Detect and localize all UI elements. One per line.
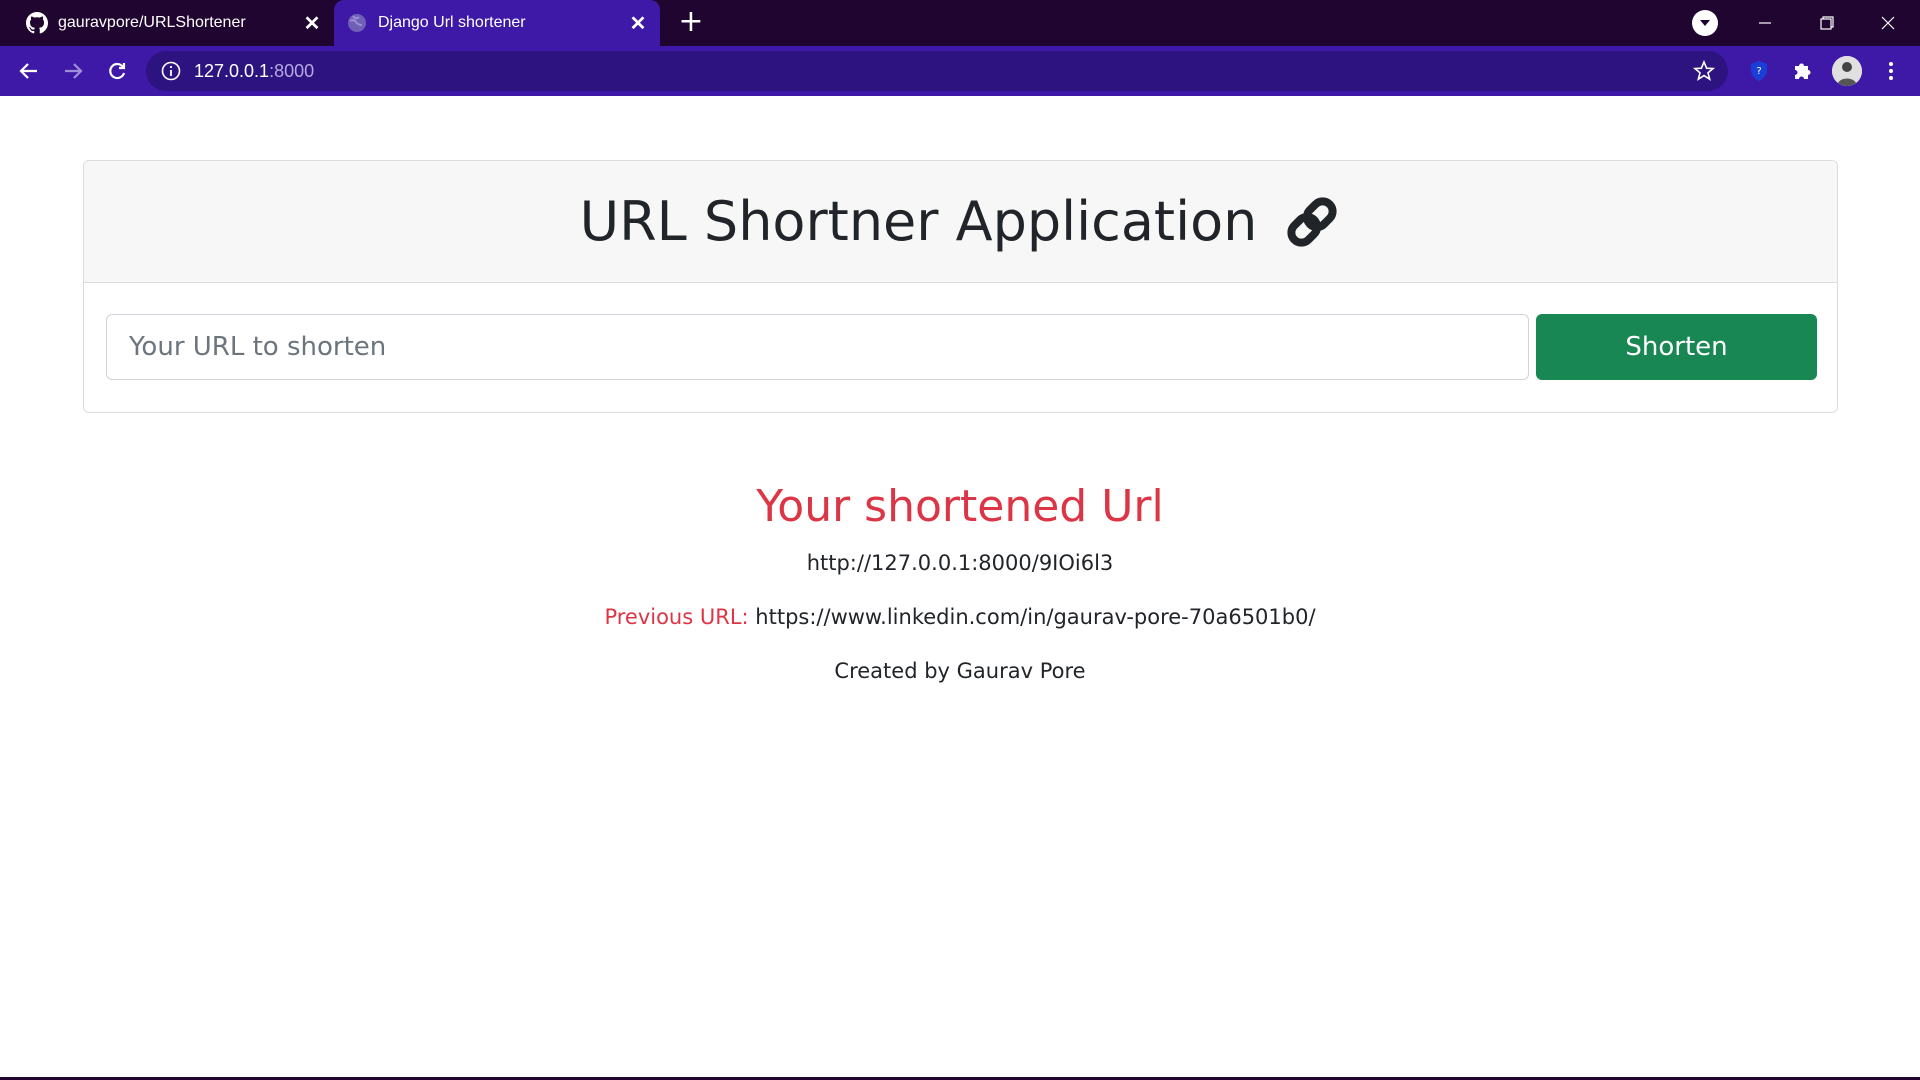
tab-title: Django Url shortener bbox=[378, 14, 526, 31]
previous-url-row: Previous URL: https://www.linkedin.com/i… bbox=[0, 601, 1920, 633]
address-url: 127.0.0.1:8000 bbox=[194, 61, 314, 82]
result-heading: Your shortened Url bbox=[756, 481, 1164, 532]
github-icon bbox=[26, 12, 48, 34]
globe-icon bbox=[346, 12, 368, 34]
address-host: 127.0.0.1 bbox=[194, 60, 270, 81]
close-icon[interactable]: ✕ bbox=[626, 11, 650, 35]
shorten-button[interactable]: Shorten bbox=[1536, 314, 1817, 380]
reload-icon[interactable] bbox=[101, 55, 133, 87]
menu-kebab-icon[interactable] bbox=[1875, 55, 1907, 87]
tab-github[interactable]: gauravpore/URLShortener ✕ bbox=[14, 0, 334, 46]
new-tab-icon[interactable]: + bbox=[676, 7, 706, 38]
address-bar[interactable]: 127.0.0.1:8000 bbox=[146, 51, 1728, 91]
tab-strip: gauravpore/URLShortener ✕ Django Url sho… bbox=[0, 0, 1920, 46]
tab-django-url-shortener[interactable]: Django Url shortener ✕ bbox=[334, 0, 660, 46]
svg-text:?: ? bbox=[1756, 66, 1761, 77]
page-title: URL Shortner Application bbox=[579, 190, 1258, 253]
result-section: Your shortened Url http://127.0.0.1:8000… bbox=[0, 475, 1920, 687]
profile-avatar[interactable] bbox=[1832, 56, 1862, 86]
minimize-icon[interactable] bbox=[1735, 0, 1795, 46]
url-input[interactable] bbox=[106, 314, 1529, 380]
info-icon[interactable] bbox=[160, 60, 182, 82]
bookmark-star-icon[interactable] bbox=[1692, 59, 1716, 83]
credit-text: Created by Gaurav Pore bbox=[834, 659, 1086, 683]
previous-url-label: Previous URL: bbox=[604, 605, 749, 629]
previous-url: https://www.linkedin.com/in/gaurav-pore-… bbox=[755, 605, 1316, 629]
window-close-icon[interactable] bbox=[1858, 0, 1918, 46]
tab-title: gauravpore/URLShortener bbox=[58, 14, 246, 31]
extensions-puzzle-icon[interactable] bbox=[1786, 55, 1818, 87]
shortener-card: URL Shortner Application Shorten bbox=[83, 160, 1838, 413]
card-header: URL Shortner Application bbox=[84, 161, 1837, 283]
chevron-down-icon[interactable] bbox=[1692, 10, 1718, 36]
extension-shield-icon[interactable]: ? bbox=[1743, 55, 1775, 87]
forward-icon[interactable] bbox=[57, 55, 89, 87]
card-body: Shorten bbox=[84, 283, 1837, 413]
address-port: :8000 bbox=[269, 60, 315, 81]
back-icon[interactable] bbox=[13, 55, 45, 87]
browser-toolbar: 127.0.0.1:8000 ? bbox=[0, 46, 1920, 96]
restore-icon[interactable] bbox=[1797, 0, 1857, 46]
shortened-url: http://127.0.0.1:8000/9IOi6l3 bbox=[806, 551, 1114, 575]
close-icon[interactable]: ✕ bbox=[300, 11, 324, 35]
link-icon bbox=[1283, 193, 1341, 251]
